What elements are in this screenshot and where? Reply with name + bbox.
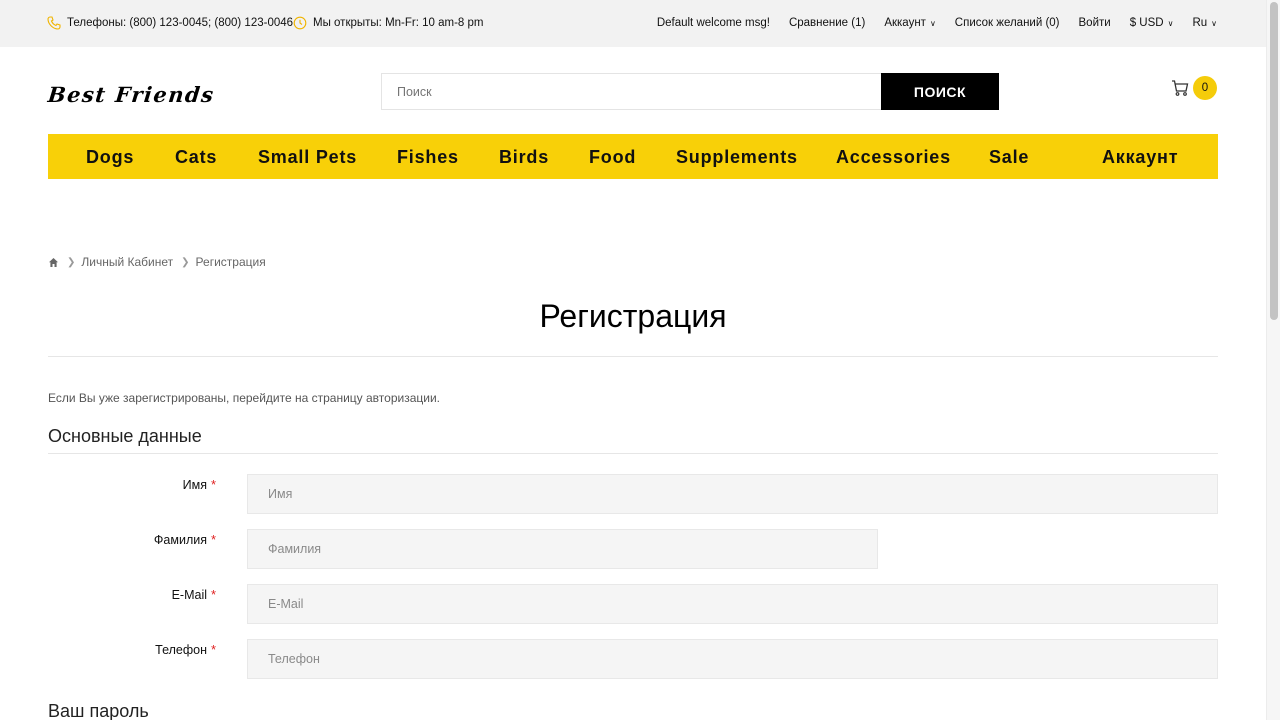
- search-input[interactable]: [381, 73, 882, 110]
- divider: [48, 356, 1218, 357]
- last-name-label: Фамилия: [153, 533, 207, 547]
- section-title-password: Ваш пароль: [48, 701, 149, 720]
- required-mark: *: [211, 642, 217, 657]
- required-mark: *: [211, 587, 217, 602]
- phone-icon: [47, 16, 61, 30]
- home-icon[interactable]: [48, 257, 59, 268]
- nav-item-dogs[interactable]: Dogs: [86, 147, 134, 168]
- compare-link[interactable]: Сравнение (1): [789, 17, 865, 29]
- nav-item-fishes[interactable]: Fishes: [397, 147, 459, 168]
- account-label: Аккаунт: [884, 17, 926, 29]
- last-name-field[interactable]: [247, 529, 878, 569]
- cart-icon[interactable]: [1170, 78, 1190, 103]
- top-bar: Телефоны: (800) 123-0045; (800) 123-0046…: [0, 0, 1266, 47]
- phone-field[interactable]: [247, 639, 1218, 679]
- login-hint[interactable]: Если Вы уже зарегистрированы, перейдите …: [48, 391, 440, 405]
- required-mark: *: [211, 477, 217, 492]
- page-scrollbar[interactable]: [1266, 0, 1280, 720]
- nav-item-accessories[interactable]: Accessories: [836, 147, 951, 168]
- nav-item-supplements[interactable]: Supplements: [676, 147, 798, 168]
- chevron-down-icon: ∨: [1167, 18, 1174, 28]
- phone-label: Телефон: [155, 643, 207, 657]
- hours-text: Мы открыты: Mn-Fr: 10 am-8 pm: [313, 17, 484, 29]
- compare-label: Сравнение (1): [788, 17, 866, 29]
- first-name-field[interactable]: [247, 474, 1218, 514]
- nav-item-cats[interactable]: Cats: [175, 147, 217, 168]
- chevron-right-icon: ❯: [181, 256, 190, 268]
- chevron-right-icon: ❯: [67, 256, 76, 268]
- breadcrumb-register[interactable]: Регистрация: [196, 255, 266, 269]
- nav-item-birds[interactable]: Birds: [499, 147, 549, 168]
- nav-item-account[interactable]: Аккаунт: [1102, 147, 1178, 168]
- currency-label: $ USD: [1129, 17, 1164, 29]
- account-dropdown[interactable]: Аккаунт ∨: [884, 17, 935, 29]
- nav-item-sale[interactable]: Sale: [989, 147, 1029, 168]
- divider: [48, 453, 1218, 454]
- nav-item-food[interactable]: Food: [589, 147, 636, 168]
- email-label: E-Mail: [171, 588, 207, 602]
- wishlist-link[interactable]: Список желаний (0): [955, 17, 1060, 29]
- section-title-main: Основные данные: [48, 426, 202, 446]
- currency-dropdown[interactable]: $ USD ∨: [1130, 17, 1174, 29]
- phone-numbers: Телефоны: (800) 123-0045; (800) 123-0046: [67, 17, 294, 29]
- wishlist-label: Список желаний (0): [954, 17, 1060, 29]
- language-dropdown[interactable]: Ru ∨: [1192, 17, 1217, 29]
- phone-contact: Телефоны: (800) 123-0045; (800) 123-0046: [47, 16, 293, 30]
- nav-item-small-pets[interactable]: Small Pets: [258, 147, 357, 168]
- language-label: Ru: [1192, 17, 1208, 29]
- site-logo[interactable]: Best Friends: [47, 82, 216, 107]
- first-name-label: Имя: [182, 478, 207, 492]
- scrollbar-thumb[interactable]: [1270, 2, 1278, 320]
- top-links: Default welcome msg! Сравнение (1) Аккау…: [638, 17, 1217, 29]
- welcome-message: Default welcome msg!: [656, 17, 770, 29]
- clock-icon: [293, 16, 307, 30]
- cart-count-badge[interactable]: 0: [1193, 76, 1217, 100]
- chevron-down-icon: ∨: [1211, 18, 1217, 28]
- login-label: Войти: [1078, 17, 1111, 29]
- required-mark: *: [211, 532, 217, 547]
- login-link[interactable]: Войти: [1079, 17, 1111, 29]
- breadcrumb: ❯ Личный Кабинет ❯ Регистрация: [48, 255, 266, 269]
- search-button[interactable]: ПОИСК: [881, 73, 999, 110]
- main-nav: Dogs Cats Small Pets Fishes Birds Food S…: [48, 134, 1218, 179]
- chevron-down-icon: ∨: [929, 18, 936, 28]
- breadcrumb-account[interactable]: Личный Кабинет: [81, 255, 173, 269]
- opening-hours: Мы открыты: Mn-Fr: 10 am-8 pm: [293, 16, 483, 30]
- page-title: Регистрация: [539, 298, 727, 334]
- email-field[interactable]: [247, 584, 1218, 624]
